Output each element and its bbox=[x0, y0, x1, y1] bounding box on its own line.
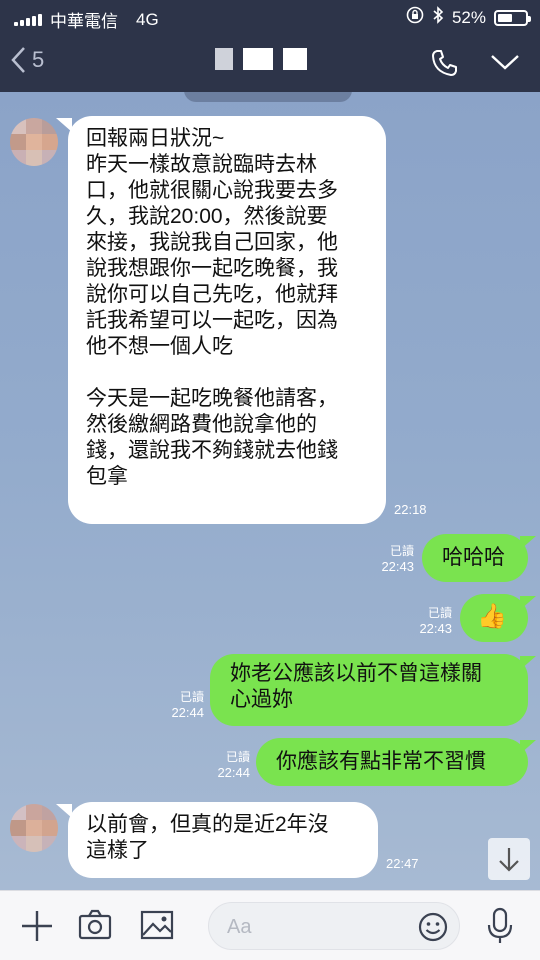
avatar[interactable] bbox=[10, 804, 58, 852]
message-meta: 已讀 22:43 bbox=[368, 544, 414, 574]
read-receipt: 已讀 bbox=[389, 544, 414, 558]
message-meta: 已讀 22:44 bbox=[204, 750, 250, 780]
message-input-field[interactable] bbox=[208, 902, 460, 950]
camera-icon[interactable] bbox=[78, 909, 112, 946]
read-receipt: 已讀 bbox=[225, 750, 250, 764]
message-time: 22:44 bbox=[217, 765, 250, 780]
unread-count: 5 bbox=[32, 47, 45, 72]
message-time: 22:43 bbox=[381, 559, 414, 574]
back-button[interactable]: 5 bbox=[10, 46, 44, 74]
plus-icon[interactable] bbox=[20, 909, 54, 948]
message-bubble-outgoing[interactable]: 哈哈哈 bbox=[422, 534, 528, 582]
message-meta: 22:18 bbox=[394, 502, 427, 517]
signal-icon bbox=[14, 13, 42, 26]
message-meta: 已讀 22:43 bbox=[406, 606, 452, 636]
message-time: 22:44 bbox=[171, 705, 204, 720]
message-meta: 已讀 22:44 bbox=[158, 690, 204, 720]
microphone-icon[interactable] bbox=[486, 907, 514, 950]
message-text: 你應該有點非常不習慣 bbox=[276, 750, 486, 773]
message-bubble-outgoing[interactable]: 你應該有點非常不習慣 bbox=[256, 738, 528, 786]
chat-header: 5 bbox=[0, 34, 540, 92]
bluetooth-icon bbox=[432, 6, 444, 29]
thumbs-up-emoji: 👍 bbox=[477, 603, 507, 630]
message-bubble-outgoing[interactable]: 妳老公應該以前不曾這樣關 心過妳 bbox=[210, 654, 528, 726]
back-chevron-icon bbox=[11, 47, 25, 73]
network-type: 4G bbox=[136, 9, 159, 29]
chevron-down-icon[interactable] bbox=[490, 52, 520, 77]
carrier-name: 中華電信 bbox=[50, 12, 118, 31]
message-time: 22:18 bbox=[394, 502, 427, 517]
message-input[interactable] bbox=[227, 913, 407, 941]
input-bar bbox=[0, 890, 540, 960]
lock-rotation-icon bbox=[406, 6, 424, 29]
phone-icon[interactable] bbox=[430, 48, 460, 83]
arrow-down-icon bbox=[499, 848, 519, 872]
status-bar: 中華電信 4G 52% bbox=[0, 0, 540, 34]
chat-area[interactable]: 回報兩日狀況~ 昨天一樣故意說臨時去林 口，他就很關心說我要去多 久，我說20:… bbox=[0, 92, 540, 890]
read-receipt: 已讀 bbox=[179, 690, 204, 704]
message-bubble-incoming[interactable]: 以前會，但真的是近2年沒 這樣了 bbox=[68, 802, 378, 878]
scroll-to-bottom-button[interactable] bbox=[488, 838, 530, 880]
message-time: 22:47 bbox=[386, 856, 419, 871]
message-time: 22:43 bbox=[419, 621, 452, 636]
message-meta: 22:47 bbox=[386, 856, 419, 871]
message-text: 妳老公應該以前不曾這樣關 心過妳 bbox=[230, 662, 482, 711]
message-text: 以前會，但真的是近2年沒 這樣了 bbox=[86, 813, 329, 862]
read-receipt: 已讀 bbox=[427, 606, 452, 620]
message-bubble-outgoing[interactable]: 👍 bbox=[460, 594, 528, 642]
message-text: 回報兩日狀況~ 昨天一樣故意說臨時去林 口，他就很關心說我要去多 久，我說20:… bbox=[86, 127, 338, 488]
battery-percent: 52% bbox=[451, 7, 486, 27]
chat-title-redacted bbox=[215, 48, 307, 70]
date-divider bbox=[184, 92, 352, 102]
emoji-icon[interactable] bbox=[417, 911, 449, 948]
message-text: 哈哈哈 bbox=[442, 546, 505, 569]
image-icon[interactable] bbox=[140, 909, 174, 946]
message-bubble-incoming[interactable]: 回報兩日狀況~ 昨天一樣故意說臨時去林 口，他就很關心說我要去多 久，我說20:… bbox=[68, 116, 386, 524]
battery-icon bbox=[494, 9, 531, 26]
avatar[interactable] bbox=[10, 118, 58, 166]
